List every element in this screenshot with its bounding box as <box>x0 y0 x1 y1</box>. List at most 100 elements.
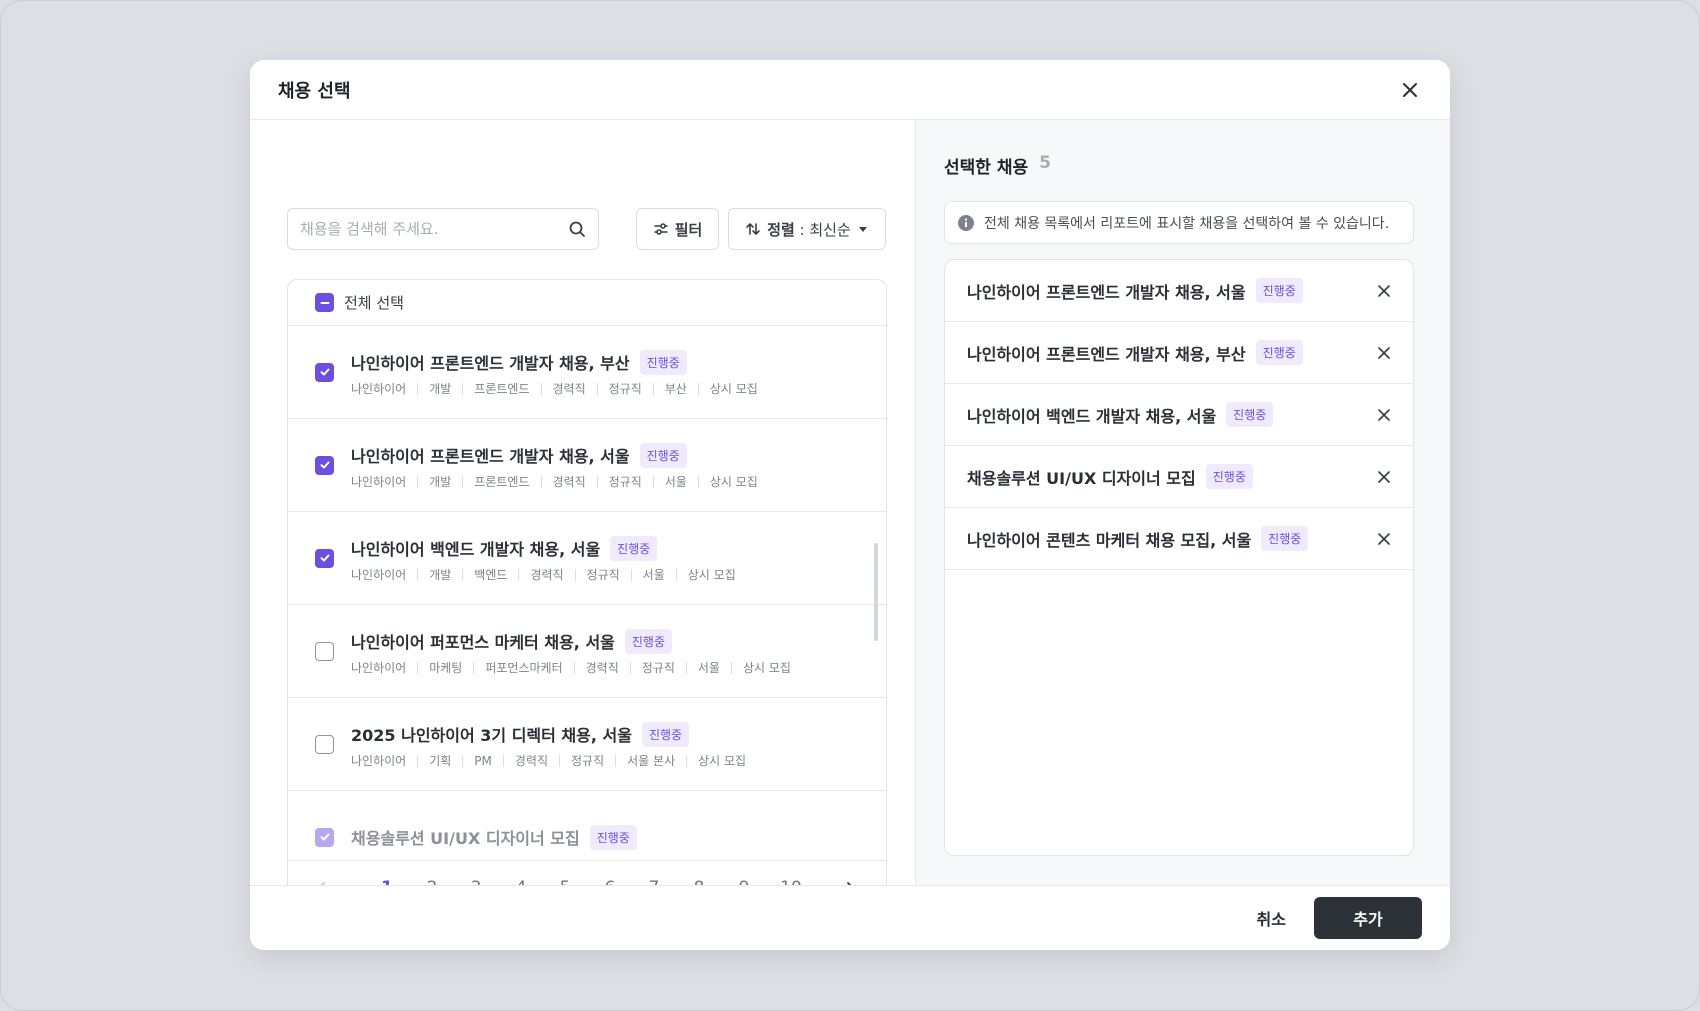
tag: 서울 <box>685 661 731 674</box>
check-icon <box>320 833 329 841</box>
sort-dropdown[interactable]: 정렬 : 최신순 <box>728 208 886 250</box>
tag: 경력직 <box>540 475 597 488</box>
tag: 정규직 <box>596 382 653 395</box>
check-icon <box>320 461 329 469</box>
tag: 퍼포먼스마케터 <box>473 661 573 674</box>
check-icon <box>320 554 329 562</box>
list-item: 나인하이어 프론트엔드 개발자 채용, 부산 진행중 <box>945 322 1413 384</box>
row-checkbox[interactable] <box>315 548 334 568</box>
job-title: 채용솔루션 UI/UX 디자이너 모집 <box>351 829 580 848</box>
info-text: 전체 채용 목록에서 리포트에 표시할 채용을 선택하여 볼 수 있습니다. <box>984 215 1390 232</box>
cancel-button[interactable]: 취소 <box>1257 906 1286 930</box>
tag: 마케팅 <box>417 661 473 674</box>
tag: 경력직 <box>540 382 597 395</box>
remove-icon[interactable] <box>1377 284 1391 298</box>
status-badge: 진행중 <box>1226 402 1274 427</box>
selected-header: 선택한 채용 5 <box>944 153 1051 178</box>
status-badge: 진행중 <box>624 628 673 654</box>
tag: 나인하이어 <box>351 381 407 396</box>
table-row[interactable]: 채용솔루션 UI/UX 디자이너 모집 진행중 <box>288 791 886 862</box>
remove-icon[interactable] <box>1377 532 1391 546</box>
sort-label: 정렬 <box>767 220 795 239</box>
remove-icon[interactable] <box>1377 408 1391 422</box>
job-rows: 나인하이어 프론트엔드 개발자 채용, 부산 진행중 나인하이어 개발 프론트엔드 경력… <box>288 326 886 862</box>
table-row[interactable]: 나인하이어 프론트엔드 개발자 채용, 부산 진행중 나인하이어 개발 프론트엔드 경력… <box>288 326 886 419</box>
recruitment-select-modal: 채용 선택 필터 정렬 : 최신순 <box>250 60 1450 950</box>
tag: 프론트엔드 <box>462 475 540 488</box>
tag: 정규직 <box>574 568 631 581</box>
tag: 경력직 <box>502 754 559 767</box>
modal-title: 채용 선택 <box>278 80 351 102</box>
selected-title: 선택한 채용 <box>944 158 1029 178</box>
tag: 부산 <box>652 382 698 395</box>
status-badge: 진행중 <box>1205 464 1253 489</box>
modal-header: 채용 선택 <box>250 60 1450 120</box>
tag: 상시 모집 <box>697 382 769 395</box>
tag: 상시 모집 <box>697 475 769 488</box>
status-badge: 진행중 <box>641 721 690 747</box>
table-row[interactable]: 2025 나인하이어 3기 디렉터 채용, 서울 진행중 나인하이어 기획 PM 경력직… <box>288 698 886 791</box>
job-title: 2025 나인하이어 3기 디렉터 채용, 서울 <box>351 726 632 745</box>
tag: 경력직 <box>518 568 574 581</box>
close-icon <box>1403 82 1417 97</box>
info-icon <box>958 214 974 231</box>
table-row[interactable]: 나인하이어 백엔드 개발자 채용, 서울 진행중 나인하이어 개발 백엔드 경력직 정규직… <box>288 512 886 605</box>
modal-footer: 취소 추가 <box>250 885 1450 950</box>
table-row[interactable]: 나인하이어 프론트엔드 개발자 채용, 서울 진행중 나인하이어 개발 프론트엔드 경력… <box>288 419 886 512</box>
selected-list: 나인하이어 프론트엔드 개발자 채용, 서울 진행중 나인하이어 프론트엔드 개발… <box>944 259 1414 856</box>
list-item: 나인하이어 백엔드 개발자 채용, 서울 진행중 <box>945 384 1413 446</box>
row-checkbox[interactable] <box>315 734 334 754</box>
sort-value: : 최신순 <box>794 220 851 239</box>
row-checkbox[interactable] <box>315 362 334 382</box>
tag: 나인하이어 <box>351 753 407 768</box>
tag: 서울 본사 <box>615 754 686 767</box>
tag: 정규직 <box>559 754 615 767</box>
list-scrollbar[interactable] <box>874 543 878 641</box>
tag: 개발 <box>417 382 462 395</box>
remove-icon[interactable] <box>1377 470 1391 484</box>
status-badge: 진행중 <box>1255 340 1303 365</box>
search-box[interactable] <box>287 208 599 250</box>
tag: 서울 <box>652 475 698 488</box>
tag: 상시 모집 <box>686 754 757 767</box>
caret-down-icon <box>858 227 867 232</box>
selected-count: 5 <box>1039 153 1051 173</box>
tag: 정규직 <box>596 475 653 488</box>
select-all-checkbox[interactable] <box>315 293 334 312</box>
job-tags: 나인하이어 개발 프론트엔드 경력직 정규직 서울 상시 모집 <box>351 475 769 488</box>
remove-icon[interactable] <box>1377 346 1391 360</box>
add-button[interactable]: 추가 <box>1314 897 1422 939</box>
job-title: 나인하이어 퍼포먼스 마케터 채용, 서울 <box>351 633 615 652</box>
list-item: 나인하이어 콘텐츠 마케터 채용 모집, 서울 진행중 <box>945 508 1413 570</box>
sort-arrows-icon <box>746 223 760 235</box>
tag: PM <box>462 754 503 767</box>
status-badge: 진행중 <box>1261 526 1309 551</box>
tag: 상시 모집 <box>675 568 747 581</box>
selected-job-title: 채용솔루션 UI/UX 디자이너 모집 <box>967 468 1196 488</box>
table-row[interactable]: 나인하이어 퍼포먼스 마케터 채용, 서울 진행중 나인하이어 마케팅 퍼포먼스마케터… <box>288 605 886 698</box>
search-icon[interactable] <box>568 220 586 238</box>
status-badge: 진행중 <box>610 535 658 561</box>
selected-job-title: 나인하이어 백엔드 개발자 채용, 서울 <box>967 406 1217 426</box>
tag: 경력직 <box>573 661 630 674</box>
sliders-icon <box>653 223 668 235</box>
job-tags: 나인하이어 마케팅 퍼포먼스마케터 경력직 정규직 서울 상시 모집 <box>351 661 802 674</box>
tag: 나인하이어 <box>351 567 407 582</box>
row-checkbox[interactable] <box>315 827 334 847</box>
row-checkbox[interactable] <box>315 455 334 475</box>
job-list: 전체 선택 나인하이어 프론트엔드 개발자 채용, 부산 진행중 나인하이어 개발 프… <box>287 279 887 916</box>
tag: 백엔드 <box>462 568 518 581</box>
selected-job-title: 나인하이어 프론트엔드 개발자 채용, 부산 <box>967 344 1246 364</box>
close-button[interactable] <box>1396 76 1424 104</box>
select-all-row[interactable]: 전체 선택 <box>288 280 886 326</box>
status-badge: 진행중 <box>639 349 687 375</box>
list-item: 채용솔루션 UI/UX 디자이너 모집 진행중 <box>945 446 1413 508</box>
filter-button[interactable]: 필터 <box>636 208 719 250</box>
job-list-panel: 필터 정렬 : 최신순 전체 선택 나인하 <box>250 120 916 916</box>
status-badge: 진행중 <box>1255 278 1303 303</box>
search-input[interactable] <box>300 220 568 238</box>
tag: 상시 모집 <box>730 661 802 674</box>
job-title: 나인하이어 프론트엔드 개발자 채용, 서울 <box>351 447 630 466</box>
row-checkbox[interactable] <box>315 641 334 661</box>
selected-job-title: 나인하이어 콘텐츠 마케터 채용 모집, 서울 <box>967 530 1252 550</box>
